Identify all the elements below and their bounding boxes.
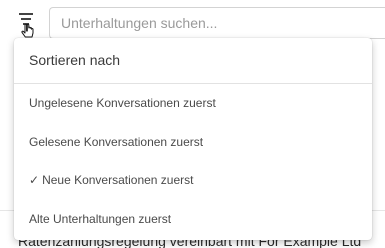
messenger-page: Ratenzahlungsregelung vereinbart mit For… xyxy=(0,0,385,248)
sort-dropdown-menu: Sortieren nach Ungelesene Konversationen… xyxy=(14,38,372,240)
sort-filter-button[interactable] xyxy=(14,11,40,39)
sort-option-unread-first[interactable]: Ungelesene Konversationen zuerst xyxy=(14,84,372,123)
sort-option-label: Ungelesene Konversationen zuerst xyxy=(29,96,216,110)
sort-option-oldest-first[interactable]: Alte Unterhaltungen zuerst xyxy=(14,200,372,239)
search-input[interactable] xyxy=(50,8,381,38)
search-box xyxy=(49,7,385,39)
sort-option-read-first[interactable]: Gelesene Konversationen zuerst xyxy=(14,123,372,162)
checkmark-icon: ✓ xyxy=(29,173,40,187)
sort-option-label: Alte Unterhaltungen zuerst xyxy=(29,211,172,226)
sort-menu-header: Sortieren nach xyxy=(14,38,372,84)
hand-pointer-icon xyxy=(21,23,34,38)
sort-filter-icon xyxy=(19,13,34,38)
sort-option-newest-first[interactable]: ✓ Neue Konversationen zuerst xyxy=(14,161,372,200)
sort-option-label: Neue Konversationen zuerst xyxy=(42,173,194,187)
sort-option-label: Gelesene Konversationen zuerst xyxy=(29,134,204,149)
